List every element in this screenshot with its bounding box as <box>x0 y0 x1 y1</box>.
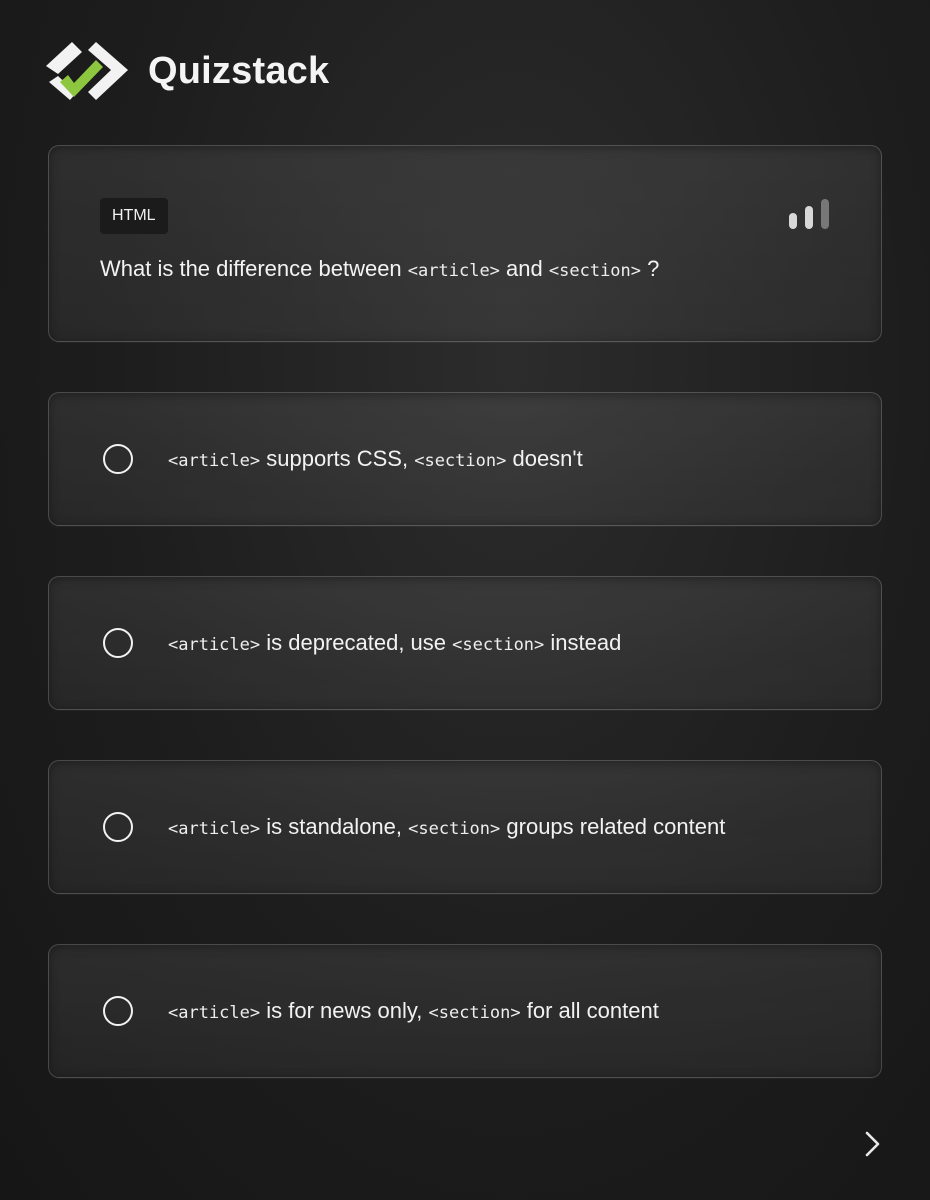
option-text-part: is deprecated, use <box>266 630 447 655</box>
bar-chart-icon <box>789 199 829 229</box>
radio-button[interactable] <box>103 812 133 842</box>
quiz-page: Quizstack HTML What is the difference be… <box>0 0 930 1200</box>
option-text-part: doesn't <box>512 446 583 471</box>
answer-option-1[interactable]: <article> supports CSS, <section> doesn'… <box>48 392 882 526</box>
option-label: <article> supports CSS, <section> doesn'… <box>168 446 583 472</box>
option-text-part: is for news only, <box>266 998 423 1023</box>
option-code: <section> <box>428 1003 521 1023</box>
option-code: <article> <box>168 1003 261 1023</box>
chevron-right-icon[interactable] <box>858 1128 888 1160</box>
option-code: <article> <box>168 451 261 471</box>
radio-button[interactable] <box>103 444 133 474</box>
option-label: <article> is standalone, <section> group… <box>168 814 725 840</box>
answer-option-4[interactable]: <article> is for news only, <section> fo… <box>48 944 882 1078</box>
brand-header: Quizstack <box>40 40 329 102</box>
option-text-part: for all content <box>526 998 659 1023</box>
option-label: <article> is deprecated, use <section> i… <box>168 630 621 656</box>
question-text: What is the difference between <article>… <box>100 256 659 282</box>
radio-button[interactable] <box>103 996 133 1026</box>
category-tag: HTML <box>100 198 168 234</box>
option-text-part: supports CSS, <box>266 446 409 471</box>
question-text-part: and <box>506 256 543 281</box>
option-code: <section> <box>452 635 545 655</box>
question-text-part: ? <box>647 256 660 281</box>
radio-button[interactable] <box>103 628 133 658</box>
option-text-part: groups related content <box>506 814 726 839</box>
option-code: <section> <box>414 451 507 471</box>
question-code-article: <article> <box>407 261 500 281</box>
question-code-section: <section> <box>548 261 642 281</box>
answer-option-2[interactable]: <article> is deprecated, use <section> i… <box>48 576 882 710</box>
question-card: HTML What is the difference between <art… <box>48 145 882 342</box>
option-label: <article> is for news only, <section> fo… <box>168 998 659 1024</box>
question-text-part: What is the difference between <box>100 256 402 281</box>
app-name: Quizstack <box>148 49 330 92</box>
option-text-part: instead <box>550 630 622 655</box>
option-code: <section> <box>408 819 501 839</box>
answer-option-3[interactable]: <article> is standalone, <section> group… <box>48 760 882 894</box>
option-text-part: is standalone, <box>266 814 403 839</box>
option-code: <article> <box>168 635 261 655</box>
check-chevrons-icon <box>46 42 128 100</box>
option-code: <article> <box>168 819 261 839</box>
